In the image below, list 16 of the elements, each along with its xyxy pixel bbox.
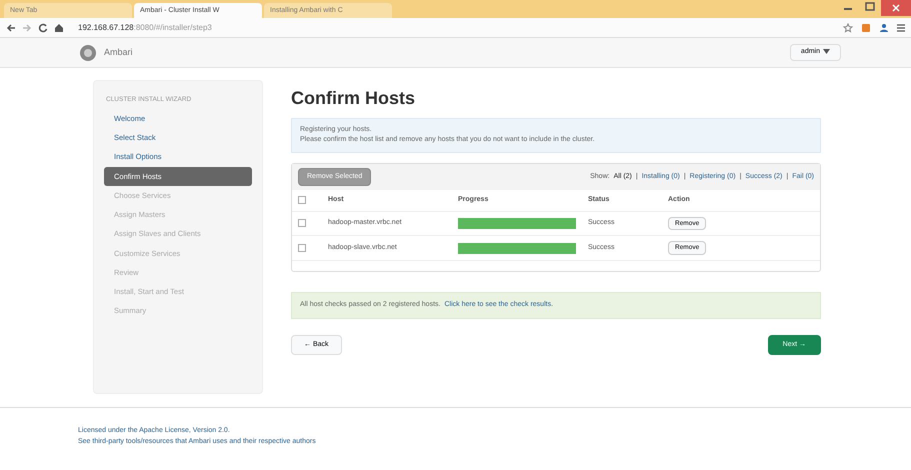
page-title: Confirm Hosts — [291, 88, 416, 110]
caret-icon — [823, 48, 830, 54]
logo-icon — [80, 44, 96, 60]
reload-icon[interactable] — [38, 22, 48, 32]
select-all-checkbox[interactable] — [298, 196, 306, 204]
home-icon[interactable] — [54, 22, 64, 32]
star-icon[interactable] — [843, 22, 853, 32]
menu-icon[interactable] — [897, 22, 905, 32]
close-icon[interactable] — [881, 0, 911, 16]
brand-name: Ambari — [104, 46, 133, 59]
row-checkbox[interactable] — [298, 219, 306, 228]
address-field[interactable]: 192.168.67.128:8080/#/installer/step3 — [78, 22, 212, 34]
extension-icon[interactable] — [861, 22, 871, 32]
person-icon[interactable] — [879, 22, 889, 32]
row-checkbox[interactable] — [298, 244, 306, 252]
back-arrow-icon[interactable] — [6, 22, 16, 32]
